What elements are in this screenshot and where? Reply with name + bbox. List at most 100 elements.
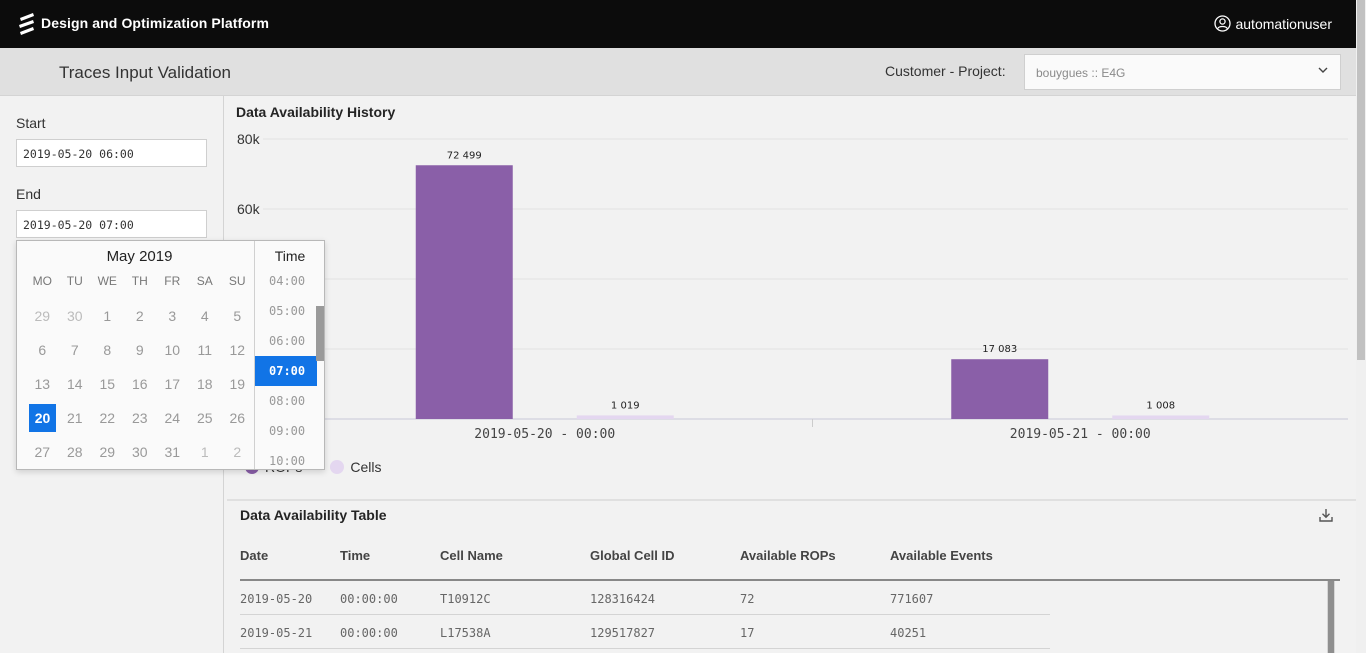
calendar-day[interactable]: 31	[156, 435, 189, 469]
weekday-label: FR	[164, 274, 181, 288]
column-header[interactable]: Date	[240, 548, 268, 563]
weekday-label: TH	[131, 274, 148, 288]
calendar-day[interactable]: 30	[124, 435, 157, 469]
datetime-picker: May 2019 MO TU WE TH FR SA SU 29 30 1 2 3 4 5 6 7 8 9 10 1…	[16, 240, 325, 470]
table-cell: 2019-05-20	[240, 592, 313, 606]
column-header[interactable]: Cell Name	[440, 548, 503, 563]
page-scrollbar[interactable]	[1356, 0, 1366, 653]
table-row[interactable]: 2019-05-20 00:00:00 T10912C 128316424 72 7716…	[240, 581, 1050, 615]
legend-label: Cells	[350, 459, 382, 475]
weekday-label: TU	[66, 274, 83, 288]
time-option[interactable]: 08:00	[255, 386, 317, 416]
start-datetime-input[interactable]: 2019-05-20 06:00	[16, 139, 207, 167]
download-icon[interactable]	[1318, 507, 1334, 523]
end-datetime-input[interactable]: 2019-05-20 07:00	[16, 210, 207, 238]
calendar-day[interactable]: 29	[26, 299, 59, 333]
bar-chart: 60k 80k 2019-05-20 - 00:00 72 499 1 019 2019-…	[237, 131, 1348, 442]
bar-rops	[415, 165, 513, 419]
calendar-day[interactable]: 19	[221, 367, 254, 401]
calendar-days: 29 30 1 2 3 4 5 6 7 8 9 10 11 12 13 14 15 16 17 18 19 20 21 22 2…	[26, 299, 254, 469]
table-cell: T10912C	[440, 592, 491, 606]
calendar-day[interactable]: 18	[189, 367, 222, 401]
calendar-day[interactable]: 17	[156, 367, 189, 401]
time-option[interactable]: 04:00	[255, 266, 317, 296]
column-header[interactable]: Time	[340, 548, 370, 563]
calendar-day[interactable]: 5	[221, 299, 254, 333]
app-title: Design and Optimization Platform	[41, 15, 269, 31]
calendar-day[interactable]: 15	[91, 367, 124, 401]
calendar-day[interactable]: 30	[59, 299, 92, 333]
bar-cells	[576, 415, 674, 419]
calendar-day[interactable]: 21	[59, 401, 92, 435]
user-menu[interactable]: automationuser	[1214, 15, 1332, 32]
page-header: Traces Input Validation Customer - Proje…	[0, 48, 1356, 96]
calendar-day[interactable]: 16	[124, 367, 157, 401]
start-label: Start	[16, 115, 46, 131]
calendar-day[interactable]: 23	[124, 401, 157, 435]
table-scrollbar[interactable]	[1327, 581, 1335, 653]
data-label: 17 083	[982, 344, 1017, 355]
table-cell: 771607	[890, 592, 934, 606]
time-option[interactable]: 06:00	[255, 326, 317, 356]
calendar-day[interactable]: 29	[91, 435, 124, 469]
ericsson-logo-icon	[19, 13, 34, 35]
page-scrollbar-thumb[interactable]	[1357, 0, 1365, 360]
calendar-day[interactable]: 2	[221, 435, 254, 469]
calendar: May 2019 MO TU WE TH FR SA SU 29 30 1 2 3 4 5 6 7 8 9 10 1…	[17, 241, 254, 469]
calendar-day[interactable]: 27	[26, 435, 59, 469]
bar-rops	[951, 359, 1049, 419]
column-header[interactable]: Available ROPs	[740, 548, 836, 563]
time-option[interactable]: 05:00	[255, 296, 317, 326]
time-option[interactable]: 10:00	[255, 446, 317, 469]
calendar-day[interactable]: 24	[156, 401, 189, 435]
calendar-day[interactable]: 7	[59, 333, 92, 367]
calendar-day[interactable]: 28	[59, 435, 92, 469]
data-label: 72 499	[447, 150, 482, 161]
calendar-day[interactable]: 11	[189, 333, 222, 367]
table-cell: L17538A	[440, 626, 491, 640]
calendar-day[interactable]: 1	[91, 299, 124, 333]
table-title: Data Availability Table	[240, 507, 387, 523]
weekday-label: SA	[196, 274, 213, 288]
calendar-day[interactable]: 22	[91, 401, 124, 435]
time-option[interactable]: 09:00	[255, 416, 317, 446]
calendar-day[interactable]: 9	[124, 333, 157, 367]
customer-project-value: bouygues :: E4G	[1036, 66, 1126, 80]
legend-item[interactable]: Cells	[330, 459, 381, 475]
weekday-label: MO	[32, 274, 52, 288]
calendar-day[interactable]: 2	[124, 299, 157, 333]
column-header[interactable]: Available Events	[890, 548, 993, 563]
username: automationuser	[1235, 15, 1332, 32]
table-scrollbar-thumb[interactable]	[1328, 581, 1334, 653]
calendar-day[interactable]: 12	[221, 333, 254, 367]
table-body: 2019-05-20 00:00:00 T10912C 128316424 72 7716…	[240, 579, 1340, 653]
table-cell: 2019-05-21	[240, 626, 313, 640]
table-cell: 00:00:00	[340, 626, 398, 640]
calendar-day[interactable]: 4	[189, 299, 222, 333]
weekday-label: SU	[228, 274, 246, 288]
time-scrollbar[interactable]	[316, 306, 324, 361]
calendar-day[interactable]: 8	[91, 333, 124, 367]
table-cell: 17	[740, 626, 755, 640]
time-option-selected[interactable]: 07:00	[255, 356, 317, 386]
table-cell: 00:00:00	[340, 592, 398, 606]
column-header[interactable]: Global Cell ID	[590, 548, 675, 563]
calendar-day[interactable]: 25	[189, 401, 222, 435]
time-label: Time	[274, 248, 306, 264]
calendar-day[interactable]: 6	[26, 333, 59, 367]
x-tick-label: 2019-05-20 - 00:00	[474, 427, 615, 442]
calendar-day-selected[interactable]: 20	[29, 404, 56, 432]
chevron-down-icon	[1318, 64, 1328, 78]
customer-project-select[interactable]: bouygues :: E4G	[1024, 54, 1341, 90]
time-column: Time 04:00 05:00 06:00 07:00 08:00 09:00 10:00	[254, 241, 324, 469]
table-cell: 40251	[890, 626, 927, 640]
calendar-day[interactable]: 1	[189, 435, 222, 469]
calendar-day[interactable]: 26	[221, 401, 254, 435]
calendar-day[interactable]: 13	[26, 367, 59, 401]
weekday-header: MO TU WE TH FR SA SU	[26, 274, 254, 288]
calendar-day[interactable]: 14	[59, 367, 92, 401]
calendar-day[interactable]: 3	[156, 299, 189, 333]
calendar-month: May 2019	[106, 248, 173, 265]
table-row[interactable]: 2019-05-21 00:00:00 L17538A 129517827 17 4025…	[240, 615, 1050, 649]
calendar-day[interactable]: 10	[156, 333, 189, 367]
